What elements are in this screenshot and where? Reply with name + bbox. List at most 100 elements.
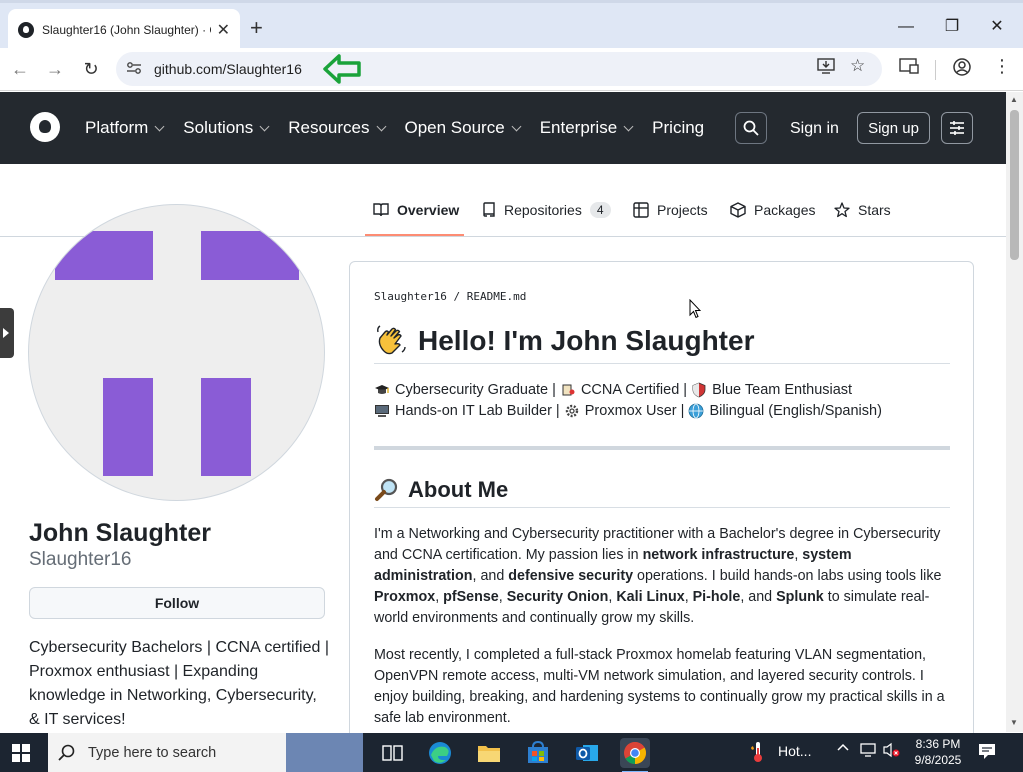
github-nav: Platform Solutions Resources Open Source… — [85, 118, 724, 138]
nav-platform[interactable]: Platform — [85, 118, 165, 138]
forward-icon[interactable]: → — [43, 57, 67, 81]
chevron-down-icon — [154, 121, 165, 131]
computer-icon — [375, 405, 389, 417]
browser-toolbar: ← → ↻ github.com/Slaughter16 ☆ ⋮ — [0, 48, 1023, 91]
readme-path[interactable]: Slaughter16 / README.md — [374, 290, 526, 303]
screen: Slaughter16 (John Slaughter) · G ✕ + — ❐… — [0, 0, 1023, 772]
thermometer-icon[interactable] — [750, 740, 766, 767]
tab-stars[interactable]: Stars — [834, 202, 891, 218]
file-explorer-icon[interactable] — [474, 738, 504, 768]
tab-close-icon[interactable]: ✕ — [217, 20, 230, 40]
weather-text[interactable]: Hot... — [778, 743, 811, 759]
sign-up-button[interactable]: Sign up — [857, 112, 930, 144]
about-paragraph-1: I'm a Networking and Cybersecurity pract… — [374, 526, 942, 626]
install-app-icon[interactable] — [817, 58, 835, 78]
page-scrollbar[interactable]: ▲ ▼ — [1006, 92, 1023, 732]
scrollbar-thumb[interactable] — [1010, 110, 1019, 260]
package-icon — [730, 202, 746, 218]
github-logo-icon[interactable] — [30, 112, 60, 142]
tab-packages[interactable]: Packages — [730, 202, 815, 218]
nav-enterprise[interactable]: Enterprise — [540, 118, 634, 138]
tagline-line-2: Hands-on IT Lab Builder | Proxmox User |… — [374, 403, 954, 419]
clock-date: 9/8/2025 — [914, 753, 962, 767]
address-bar[interactable]: github.com/Slaughter16 — [116, 52, 882, 86]
reload-icon[interactable]: ↻ — [79, 57, 103, 81]
task-view-icon[interactable] — [377, 738, 407, 768]
green-arrow-icon — [323, 54, 361, 84]
shield-icon — [692, 382, 706, 398]
chevron-down-icon — [376, 121, 386, 131]
github-favicon-icon — [18, 22, 34, 38]
microsoft-store-icon[interactable] — [523, 738, 553, 768]
chevron-down-icon — [511, 121, 522, 131]
clock-time: 8:36 PM — [915, 737, 961, 751]
magnifier-icon — [375, 478, 398, 501]
gear-icon — [565, 404, 578, 418]
taskbar-search-box[interactable]: Type here to search — [48, 733, 286, 772]
avatar-pixel — [55, 231, 153, 280]
browser-menu-icon[interactable]: ⋮ — [993, 56, 1011, 77]
bookmark-star-icon[interactable]: ☆ — [850, 56, 865, 76]
new-tab-icon[interactable]: + — [250, 15, 263, 41]
url-text: github.com/Slaughter16 — [154, 61, 302, 77]
avatar-pixel — [201, 231, 299, 280]
tab-overview[interactable]: Overview — [373, 202, 459, 218]
tab-title: Slaughter16 (John Slaughter) · G — [42, 23, 211, 37]
volume-muted-icon[interactable] — [882, 742, 902, 761]
scroll-up-icon[interactable]: ▲ — [1010, 95, 1018, 104]
search-button[interactable] — [735, 112, 767, 144]
close-window-icon[interactable]: ✕ — [982, 13, 1012, 41]
avatar-pixel — [201, 378, 251, 476]
scroll-certificate-icon — [562, 384, 575, 396]
section-divider — [374, 446, 950, 450]
chrome-icon[interactable] — [620, 738, 650, 772]
notification-icon[interactable] — [977, 741, 997, 764]
tray-chevron-up-icon[interactable] — [836, 741, 850, 758]
back-icon[interactable]: ← — [8, 57, 32, 81]
sliders-menu-button[interactable] — [941, 112, 973, 144]
sidebar-expand-handle[interactable] — [0, 308, 14, 358]
github-header: Platform Solutions Resources Open Source… — [0, 92, 1006, 164]
waving-hand-icon — [377, 324, 406, 354]
network-icon[interactable] — [860, 742, 878, 761]
follow-button[interactable]: Follow — [29, 587, 325, 619]
profile-bio: Cybersecurity Bachelors | CCNA certified… — [29, 639, 329, 728]
windows-taskbar: Type here to search Hot... 8:36 PM 9/8/2… — [0, 733, 1023, 772]
mouse-cursor-icon — [689, 299, 701, 319]
nav-open-source[interactable]: Open Source — [405, 118, 522, 138]
avatar[interactable] — [28, 204, 325, 501]
tab-repositories[interactable]: Repositories 4 — [482, 202, 611, 218]
about-paragraph-2: Most recently, I completed a full-stack … — [374, 647, 945, 726]
book-icon — [373, 203, 389, 217]
browser-tab-bar: Slaughter16 (John Slaughter) · G ✕ + — ❐… — [0, 0, 1023, 51]
taskbar-search-placeholder: Type here to search — [88, 744, 217, 761]
media-panel-icon[interactable] — [899, 58, 919, 78]
minimize-icon[interactable]: — — [891, 13, 921, 41]
graduation-cap-icon — [375, 385, 389, 394]
repo-icon — [483, 202, 495, 217]
profile-name: John Slaughter — [29, 519, 211, 547]
toolbar-divider — [935, 60, 936, 80]
edge-icon[interactable] — [425, 738, 455, 768]
scroll-down-icon[interactable]: ▼ — [1010, 718, 1018, 727]
site-info-icon[interactable] — [126, 61, 148, 78]
browser-tab[interactable]: Slaughter16 (John Slaughter) · G ✕ — [8, 9, 240, 51]
taskbar-clock[interactable]: 8:36 PM 9/8/2025 — [908, 736, 968, 768]
tab-projects[interactable]: Projects — [633, 202, 708, 218]
profile-login: Slaughter16 — [29, 549, 132, 570]
chevron-down-icon — [259, 121, 270, 131]
about-heading: About Me — [374, 472, 950, 508]
sign-in-link[interactable]: Sign in — [790, 120, 839, 138]
readme-card: Slaughter16 / README.md Hello! I'm John … — [349, 261, 974, 772]
table-icon — [633, 202, 649, 218]
star-icon — [834, 202, 850, 218]
avatar-pixel — [103, 378, 153, 476]
maximize-icon[interactable]: ❐ — [937, 13, 967, 41]
profile-icon[interactable] — [953, 58, 971, 80]
windows-start-icon[interactable] — [12, 744, 30, 762]
outlook-icon[interactable] — [572, 738, 602, 768]
repositories-count-badge: 4 — [589, 202, 611, 218]
nav-pricing[interactable]: Pricing — [652, 118, 704, 138]
nav-resources[interactable]: Resources — [288, 118, 386, 138]
nav-solutions[interactable]: Solutions — [183, 118, 270, 138]
